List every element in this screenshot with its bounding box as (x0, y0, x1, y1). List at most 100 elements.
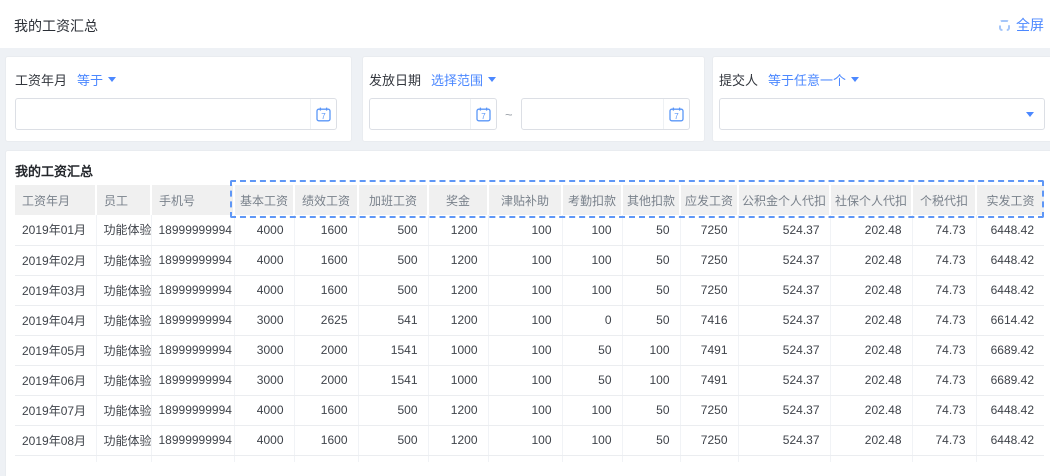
cell: 18999999994 (151, 275, 234, 305)
cell: 100 (488, 335, 562, 365)
cell: 2019年08月 (15, 425, 96, 455)
salary-month-input[interactable]: 7 (15, 98, 337, 130)
cell (234, 455, 294, 462)
cell: 500 (358, 425, 428, 455)
column-header[interactable]: 应发工资 (680, 185, 738, 215)
column-header[interactable]: 其他扣款 (622, 185, 680, 215)
column-header[interactable]: 奖金 (428, 185, 488, 215)
table-body: 2019年01月功能体验1899999999440001600500120010… (15, 215, 1044, 462)
cell: 2019年07月 (15, 395, 96, 425)
cell: 500 (358, 275, 428, 305)
cell: 4000 (234, 245, 294, 275)
column-header[interactable]: 实发工资 (976, 185, 1044, 215)
salary-month-operator[interactable]: 等于 (77, 70, 116, 89)
calendar-icon[interactable]: 7 (310, 99, 336, 129)
cell: 100 (488, 425, 562, 455)
column-header[interactable]: 基本工资 (234, 185, 294, 215)
cell: 功能体验 (96, 395, 151, 425)
cell: 100 (562, 245, 622, 275)
table-row[interactable]: 2019年05月功能体验1899999999430002000154110001… (15, 335, 1044, 365)
cell (622, 455, 680, 462)
cell (15, 455, 96, 462)
cell: 4000 (234, 275, 294, 305)
cell: 4000 (234, 215, 294, 245)
cell: 2625 (294, 305, 358, 335)
column-header[interactable]: 个税代扣 (912, 185, 976, 215)
table-section: 我的工资汇总 工资年月员工手机号基本工资绩效工资加班工资奖金津贴补助考勤扣款其他… (5, 150, 1050, 476)
pay-date-end-input[interactable]: 7 (521, 98, 690, 130)
cell: 2019年06月 (15, 365, 96, 395)
cell (358, 455, 428, 462)
table-row[interactable]: 2019年03月功能体验1899999999440001600500120010… (15, 275, 1044, 305)
cell: 74.73 (912, 305, 976, 335)
cell: 6689.42 (976, 335, 1044, 365)
cell: 功能体验 (96, 425, 151, 455)
column-header[interactable]: 加班工资 (358, 185, 428, 215)
calendar-icon[interactable]: 7 (470, 99, 496, 129)
column-header[interactable]: 社保个人代扣 (830, 185, 912, 215)
cell: 功能体验 (96, 365, 151, 395)
table-row[interactable]: 2019年02月功能体验1899999999440001600500120010… (15, 245, 1044, 275)
cell: 100 (488, 215, 562, 245)
pay-date-operator[interactable]: 选择范围 (431, 70, 496, 89)
calendar-icon[interactable]: 7 (663, 99, 689, 129)
chevron-down-icon (108, 77, 116, 82)
column-header[interactable]: 津贴补助 (488, 185, 562, 215)
cell: 100 (488, 275, 562, 305)
cell: 524.37 (738, 365, 830, 395)
fullscreen-button[interactable]: 全屏 (999, 15, 1050, 35)
cell: 100 (622, 335, 680, 365)
range-separator: ~ (497, 107, 521, 122)
cell: 7250 (680, 395, 738, 425)
cell: 6689.42 (976, 365, 1044, 395)
cell: 524.37 (738, 245, 830, 275)
column-header[interactable]: 绩效工资 (294, 185, 358, 215)
column-header[interactable]: 手机号 (151, 185, 234, 215)
submitter-select[interactable] (719, 98, 1045, 130)
cell: 6448.42 (976, 245, 1044, 275)
cell: 1200 (428, 245, 488, 275)
cell: 4000 (234, 395, 294, 425)
cell: 功能体验 (96, 215, 151, 245)
cell: 7250 (680, 245, 738, 275)
cell: 1600 (294, 425, 358, 455)
cell (96, 455, 151, 462)
cell (738, 455, 830, 462)
cell: 202.48 (830, 365, 912, 395)
table-row[interactable]: 2019年07月功能体验1899999999440001600500120010… (15, 395, 1044, 425)
cell: 524.37 (738, 215, 830, 245)
table-row[interactable]: 2019年01月功能体验1899999999440001600500120010… (15, 215, 1044, 245)
cell: 202.48 (830, 395, 912, 425)
column-header[interactable]: 员工 (96, 185, 151, 215)
cell: 50 (622, 395, 680, 425)
cell: 1541 (358, 365, 428, 395)
pay-date-start-input[interactable]: 7 (369, 98, 497, 130)
cell: 功能体验 (96, 245, 151, 275)
column-header[interactable]: 考勤扣款 (562, 185, 622, 215)
cell: 7250 (680, 215, 738, 245)
cell: 1600 (294, 275, 358, 305)
table-row[interactable]: 2019年06月功能体验1899999999430002000154110001… (15, 365, 1044, 395)
table-row[interactable]: 2019年04月功能体验1899999999430002625541120010… (15, 305, 1044, 335)
cell: 500 (358, 245, 428, 275)
cell (294, 455, 358, 462)
fullscreen-icon (999, 20, 1010, 31)
submitter-operator[interactable]: 等于任意一个 (768, 70, 859, 89)
salary-table: 工资年月员工手机号基本工资绩效工资加班工资奖金津贴补助考勤扣款其他扣款应发工资公… (15, 185, 1044, 462)
filter-salary-month: 工资年月 等于 7 (5, 56, 352, 142)
table-title: 我的工资汇总 (15, 161, 1050, 179)
cell: 74.73 (912, 425, 976, 455)
cell: 1541 (358, 335, 428, 365)
svg-text:7: 7 (481, 111, 486, 120)
cell: 500 (358, 395, 428, 425)
table-row[interactable]: 2019年08月功能体验1899999999440001600500120010… (15, 425, 1044, 455)
column-header[interactable]: 公积金个人代扣 (738, 185, 830, 215)
cell: 4000 (234, 425, 294, 455)
cell: 功能体验 (96, 275, 151, 305)
chevron-down-icon (851, 77, 859, 82)
cell: 100 (622, 365, 680, 395)
salary-month-label: 工资年月 (15, 70, 67, 89)
cell: 74.73 (912, 395, 976, 425)
column-header[interactable]: 工资年月 (15, 185, 96, 215)
cell: 100 (488, 305, 562, 335)
